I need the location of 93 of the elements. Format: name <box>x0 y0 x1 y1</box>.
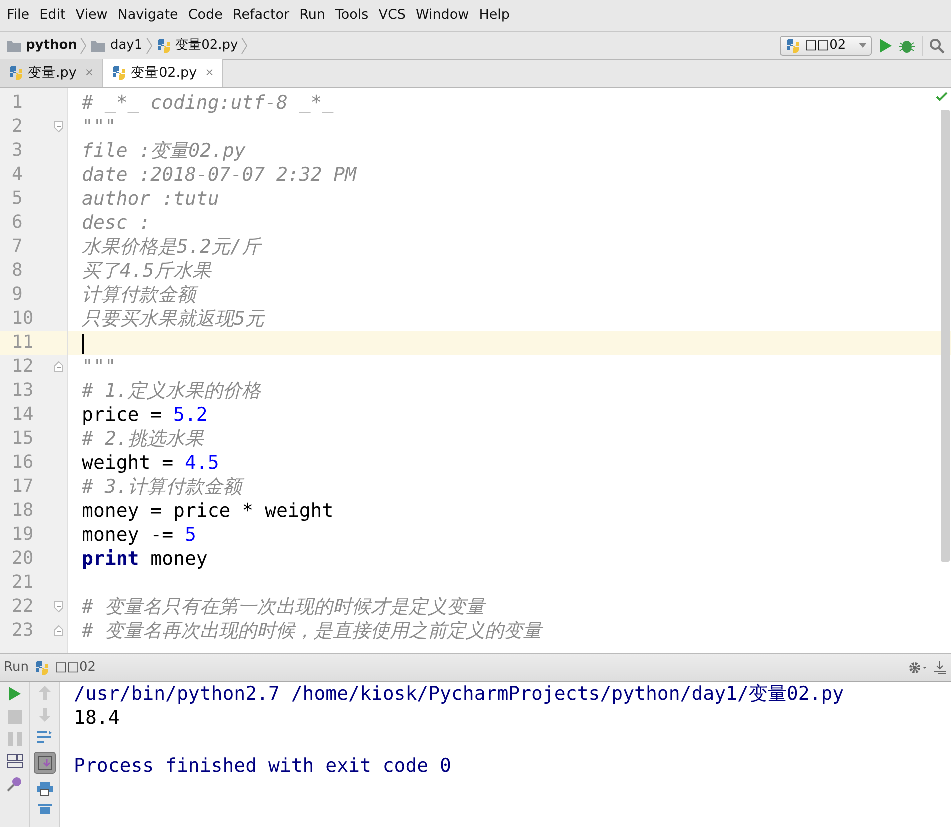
code-line: 买了4.5斤水果 <box>82 260 212 282</box>
caret-icon <box>859 43 867 48</box>
code-line: date :2018-07-07 2:32 PM <box>82 164 357 186</box>
console-line: 18.4 <box>74 706 121 730</box>
line-number: 18 <box>12 500 34 521</box>
line-number: 21 <box>12 572 34 593</box>
menu-item[interactable]: Window <box>410 5 474 26</box>
python-file-icon <box>156 38 172 54</box>
line-number: 4 <box>12 164 23 185</box>
code-line: """ <box>82 116 116 138</box>
line-number: 13 <box>12 380 34 401</box>
code-line: author :tutu <box>82 188 220 210</box>
breadcrumb-item[interactable]: 变量02.py <box>156 36 238 56</box>
chevron-icon <box>80 37 88 56</box>
line-number: 23 <box>12 620 34 641</box>
search-icon[interactable] <box>929 38 945 54</box>
code-line: # 变量名再次出现的时候，是直接使用之前定义的变量 <box>82 620 542 642</box>
run-configuration-name: □□02 <box>54 658 96 677</box>
menu-item[interactable]: Run <box>294 5 330 26</box>
code-line: weight = 4.5 <box>82 452 220 474</box>
menu-item[interactable]: Help <box>474 5 515 26</box>
soft-wrap-icon[interactable] <box>36 730 52 744</box>
code-line: # 3.计算付款金额 <box>82 476 242 498</box>
scroll-to-end-button[interactable] <box>34 752 56 774</box>
line-number: 2 <box>12 116 23 137</box>
run-configuration-dropdown[interactable]: □□02 <box>780 36 872 56</box>
line-number: 12 <box>12 356 34 377</box>
code-line: price = 5.2 <box>82 404 208 426</box>
python-icon <box>34 660 50 676</box>
breadcrumb-item[interactable]: python <box>6 36 78 56</box>
line-number: 7 <box>12 236 23 257</box>
line-number: 6 <box>12 212 23 233</box>
code-line: desc : <box>82 212 151 234</box>
console-line: /usr/bin/python2.7 /home/kiosk/PycharmProjects/python/day1/变量02.py <box>74 682 844 706</box>
line-number: 8 <box>12 260 23 281</box>
code-line: file :变量02.py <box>82 140 246 162</box>
line-number: 11 <box>12 332 34 353</box>
menu-item[interactable]: Code <box>183 5 228 26</box>
breadcrumb-item[interactable]: day1 <box>90 36 143 56</box>
python-file-icon <box>8 65 24 81</box>
scrollbar-thumb[interactable] <box>941 110 950 562</box>
menu-item[interactable]: Navigate <box>112 5 184 26</box>
code-line: 计算付款金额 <box>82 284 196 306</box>
menu-item[interactable]: File <box>2 5 35 26</box>
line-number: 9 <box>12 284 23 305</box>
settings-icon[interactable] <box>908 660 928 674</box>
line-number: 20 <box>12 548 34 569</box>
chevron-icon <box>146 37 153 56</box>
run-panel-title: Run <box>4 658 29 677</box>
trash-icon[interactable] <box>38 804 52 814</box>
line-number: 1 <box>12 92 23 113</box>
scroll-to-end-icon <box>38 756 52 770</box>
stop-icon[interactable] <box>8 710 22 724</box>
line-number: 10 <box>12 308 34 329</box>
menu-item[interactable]: Refactor <box>228 5 295 26</box>
pause-icon[interactable] <box>8 732 22 746</box>
run-icon[interactable] <box>8 686 22 702</box>
check-icon <box>936 92 948 102</box>
code-line: money -= 5 <box>82 524 196 546</box>
line-number: 19 <box>12 524 34 545</box>
line-number: 17 <box>12 476 34 497</box>
code-line: print money <box>82 548 208 570</box>
line-number: 5 <box>12 188 23 209</box>
layout-icon[interactable] <box>6 754 22 768</box>
console-line: Process finished with exit code 0 <box>74 754 452 778</box>
menu-item[interactable]: View <box>70 5 113 26</box>
menu-item[interactable]: Tools <box>330 5 374 26</box>
line-number: 15 <box>12 428 34 449</box>
pin-icon[interactable] <box>6 776 22 792</box>
code-line: 水果价格是5.2元/斤 <box>82 236 261 258</box>
line-number: 14 <box>12 404 34 425</box>
python-icon <box>785 38 801 54</box>
chevron-icon <box>241 37 248 56</box>
code-line: 只要买水果就返现5元 <box>82 308 264 330</box>
menu-item[interactable]: Edit <box>34 5 71 26</box>
line-number: 3 <box>12 140 23 161</box>
menu-item[interactable]: VCS <box>374 5 411 26</box>
line-number: 22 <box>12 596 34 617</box>
text-cursor <box>82 334 84 354</box>
code-line: # _*_ coding:utf-8 _*_ <box>82 92 334 114</box>
line-number: 16 <box>12 452 34 473</box>
code-line: # 2.挑选水果 <box>82 428 204 450</box>
editor-tab[interactable]: 变量.py × <box>0 59 104 87</box>
python-file-icon <box>111 65 128 81</box>
code-line: # 1.定义水果的价格 <box>82 380 261 402</box>
hide-icon[interactable] <box>933 660 947 674</box>
code-line: """ <box>82 356 116 378</box>
code-line: money = price * weight <box>82 500 334 522</box>
code-line: # 变量名只有在第一次出现的时候才是定义变量 <box>82 596 485 618</box>
close-button[interactable]: × <box>205 64 214 82</box>
editor-tab[interactable]: 变量02.py × <box>103 59 224 87</box>
print-icon[interactable] <box>36 782 52 796</box>
run-icon[interactable] <box>878 38 892 54</box>
